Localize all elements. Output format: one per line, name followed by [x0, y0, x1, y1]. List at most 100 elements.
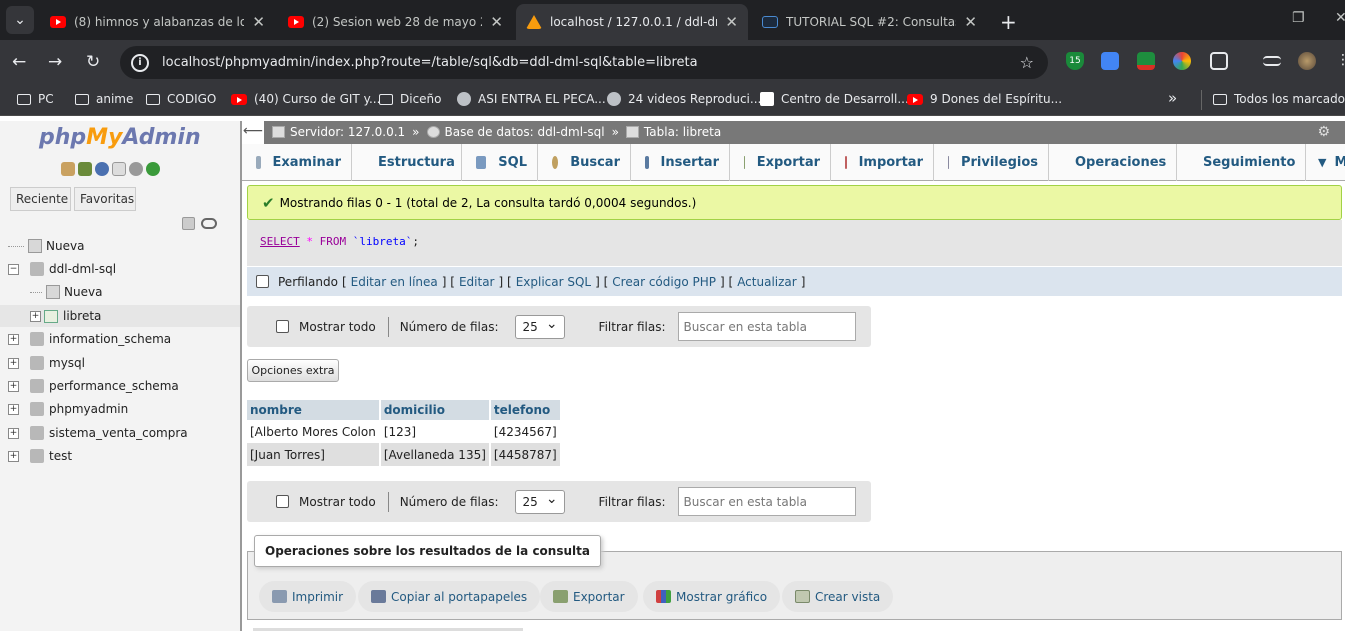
expand-node-icon[interactable]: + [30, 310, 41, 322]
table-cell[interactable]: [4234567] [489, 420, 562, 443]
tab-privileges[interactable]: Privilegios [934, 144, 1049, 181]
collapse-all-icon[interactable] [182, 217, 195, 230]
tab-export[interactable]: Exportar [730, 144, 831, 181]
restore-window-icon[interactable]: ❐ [1292, 10, 1305, 26]
tab-more[interactable]: ▼ Más [1306, 144, 1345, 181]
browser-tab[interactable]: TUTORIAL SQL #2: Consultas sin ✕ [752, 4, 987, 40]
bookmark-item[interactable]: Diceño [379, 92, 442, 106]
bookmark-item[interactable]: anime [75, 92, 133, 106]
bookmark-item[interactable]: ASI ENTRA EL PECA... [457, 92, 606, 106]
refresh-link[interactable]: Actualizar [737, 275, 797, 289]
bookmark-item[interactable]: Centro de Desarroll... [760, 92, 909, 106]
column-header[interactable]: domicilio [379, 400, 491, 420]
tab-tracking[interactable]: Seguimiento [1177, 144, 1306, 181]
bookmark-item[interactable]: PC [17, 92, 54, 106]
gear-icon[interactable]: ⚙ [1317, 124, 1330, 140]
phpmyadmin-logo[interactable]: phpMyAdmin [39, 125, 201, 150]
tree-item-db[interactable]: + performance_schema [8, 379, 179, 393]
export-button[interactable]: Exportar [540, 581, 638, 612]
expand-node-icon[interactable]: + [8, 450, 19, 462]
tree-item-new[interactable]: Nueva [8, 239, 84, 253]
gear-icon[interactable] [129, 162, 143, 176]
site-info-icon[interactable]: i [131, 53, 149, 72]
extensions-puzzle-icon[interactable] [1210, 52, 1228, 70]
rows-per-page-select[interactable]: 25 [514, 489, 565, 514]
tab-browse[interactable]: Examinar [242, 144, 352, 181]
close-icon[interactable]: ✕ [252, 13, 265, 31]
browser-tab[interactable]: (8) himnos y alabanzas de los v ✕ [40, 4, 275, 40]
bookmark-item[interactable]: CODIGO [146, 92, 216, 106]
show-all-checkbox[interactable] [276, 495, 289, 508]
tab-recent[interactable]: Reciente [10, 187, 71, 211]
expand-node-icon[interactable]: + [8, 427, 19, 439]
expand-node-icon[interactable]: + [8, 357, 19, 369]
print-button[interactable]: Imprimir [259, 581, 357, 612]
more-bookmarks-button[interactable]: » [1168, 89, 1177, 107]
tree-item-db[interactable]: − ddl-dml-sql [8, 262, 116, 276]
address-bar[interactable]: i localhost/phpmyadmin/index.php?route=/… [120, 46, 1048, 79]
tab-sql[interactable]: SQL [462, 144, 538, 181]
tab-operations[interactable]: Operaciones [1049, 144, 1177, 181]
all-bookmarks-button[interactable]: Todos los marcadores [1213, 92, 1345, 106]
reload-icon[interactable]: ↻ [86, 52, 100, 72]
adblock-extension-icon[interactable]: 15 [1066, 52, 1084, 70]
expand-node-icon[interactable]: + [8, 380, 19, 392]
tree-item-db[interactable]: + test [8, 449, 72, 463]
tree-item-db[interactable]: + information_schema [8, 332, 171, 346]
breadcrumb-database[interactable]: Base de datos: ddl-dml-sql [445, 125, 605, 139]
table-row[interactable]: [Alberto Mores Colon [123] [4234567] [247, 420, 562, 443]
translate-extension-icon[interactable] [1101, 52, 1119, 70]
extra-options-button[interactable]: Opciones extra [247, 359, 339, 382]
inline-edit-link[interactable]: Editar en línea [351, 275, 438, 289]
create-php-code-link[interactable]: Crear código PHP [612, 275, 716, 289]
column-header[interactable]: telefono [489, 400, 562, 420]
table-cell[interactable]: [Juan Torres] [247, 443, 381, 466]
explain-sql-link[interactable]: Explicar SQL [516, 275, 591, 289]
edit-link[interactable]: Editar [459, 275, 495, 289]
tab-import[interactable]: Importar [831, 144, 934, 181]
profiling-checkbox[interactable] [256, 275, 269, 288]
color-extension-icon[interactable] [1173, 52, 1191, 70]
reload-icon[interactable] [146, 162, 160, 176]
logout-icon[interactable] [78, 162, 92, 176]
reading-list-icon[interactable] [1263, 56, 1281, 66]
show-all-checkbox[interactable] [276, 320, 289, 333]
close-window-icon[interactable]: ✕ [1335, 10, 1345, 26]
url-text[interactable]: localhost/phpmyadmin/index.php?route=/ta… [162, 55, 698, 70]
table-cell[interactable]: [123] [379, 420, 491, 443]
star-icon[interactable]: ☆ [1020, 53, 1034, 72]
create-view-button[interactable]: Crear vista [782, 581, 894, 612]
tab-favorites[interactable]: Favoritas [74, 187, 136, 211]
back-arrow-icon[interactable]: ← [12, 52, 26, 72]
table-cell[interactable]: [Alberto Mores Colon [247, 420, 381, 443]
expand-node-icon[interactable]: + [8, 403, 19, 415]
show-chart-button[interactable]: Mostrar gráfico [643, 581, 781, 612]
breadcrumb-server[interactable]: Servidor: 127.0.0.1 [290, 125, 405, 139]
browser-tab-active[interactable]: localhost / 127.0.0.1 / ddl-dml-s ✕ [516, 4, 748, 40]
help-icon[interactable] [95, 162, 109, 176]
close-icon[interactable]: ✕ [725, 13, 738, 31]
bookmark-item[interactable]: (40) Curso de GIT y... [231, 92, 380, 106]
link-with-main-icon[interactable] [201, 218, 217, 229]
breadcrumb-table[interactable]: Tabla: libreta [644, 125, 721, 139]
table-cell[interactable]: [Avellaneda 135] [379, 443, 491, 466]
close-icon[interactable]: ✕ [964, 13, 977, 31]
close-icon[interactable]: ✕ [490, 13, 503, 31]
tab-search[interactable]: Buscar [538, 144, 631, 181]
tree-item-db[interactable]: + phpmyadmin [8, 402, 128, 416]
expand-node-icon[interactable]: + [8, 333, 19, 345]
collapse-node-icon[interactable]: − [8, 263, 19, 275]
sql-keyword[interactable]: SELECT [260, 235, 300, 248]
bookmark-item[interactable]: 9 Dones del Espíritu... [907, 92, 1062, 106]
tree-item-db[interactable]: + sistema_venta_compra [8, 426, 188, 440]
filter-rows-input[interactable]: Buscar en esta tabla [677, 487, 856, 516]
sheets-extension-icon[interactable] [1137, 52, 1155, 70]
table-cell[interactable]: [4458787] [489, 443, 562, 466]
home-icon[interactable] [61, 162, 75, 176]
tab-search-button[interactable]: ⌄ [6, 6, 34, 34]
tab-structure[interactable]: Estructura [352, 144, 462, 181]
tab-insert[interactable]: Insertar [631, 144, 730, 181]
new-tab-button[interactable]: + [990, 4, 1020, 40]
copy-to-clipboard-button[interactable]: Copiar al portapapeles [358, 581, 541, 612]
tree-item-new-table[interactable]: Nueva [30, 285, 102, 299]
